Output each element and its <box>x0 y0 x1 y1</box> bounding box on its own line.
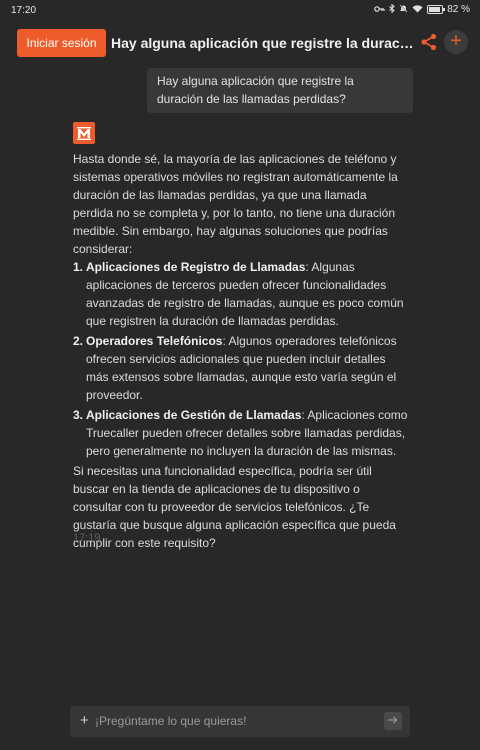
list-item: 1. Aplicaciones de Registro de Llamadas: … <box>73 258 409 330</box>
assistant-answer: Hasta donde sé, la mayoría de las aplica… <box>73 150 409 552</box>
login-button[interactable]: Iniciar sesión <box>17 29 106 57</box>
attach-plus-icon[interactable]: + <box>80 712 89 730</box>
mute-icon <box>399 4 408 15</box>
battery-icon <box>427 5 446 14</box>
status-icons: 82 % <box>374 3 470 15</box>
list-item: 3. Aplicaciones de Gestión de Llamadas: A… <box>73 406 409 460</box>
answer-list: 1. Aplicaciones de Registro de Llamadas: … <box>73 258 409 460</box>
assistant-logo-icon <box>73 122 95 144</box>
list-item-title: Aplicaciones de Registro de Llamadas <box>86 260 306 274</box>
chat-header: Iniciar sesión Hay alguna aplicación que… <box>0 29 480 57</box>
message-timestamp: 17:19 <box>73 532 101 544</box>
list-number: 2. <box>73 334 84 348</box>
message-composer: + <box>70 706 410 737</box>
battery-level: 82 % <box>447 4 470 15</box>
bluetooth-icon <box>389 3 395 15</box>
answer-intro: Hasta donde sé, la mayoría de las aplica… <box>73 152 398 256</box>
new-chat-button[interactable]: + <box>444 30 468 54</box>
wifi-icon <box>412 4 423 15</box>
list-item-title: Aplicaciones de Gestión de Llamadas <box>86 408 302 422</box>
plus-icon: + <box>450 30 462 52</box>
share-icon[interactable] <box>418 31 440 53</box>
user-message-bubble: Hay alguna aplicación que registre la du… <box>147 68 413 113</box>
send-button[interactable] <box>384 712 402 730</box>
list-number: 1. <box>73 260 84 274</box>
message-input[interactable] <box>95 711 375 731</box>
status-time: 17:20 <box>11 5 37 16</box>
list-item-title: Operadores Telefónicos <box>86 334 223 348</box>
key-icon <box>374 5 385 15</box>
answer-outro: Si necesitas una funcionalidad específic… <box>73 464 396 550</box>
list-number: 3. <box>73 408 84 422</box>
status-bar: 17:20 82 % <box>0 0 480 20</box>
send-arrow-icon <box>388 715 398 727</box>
list-item: 2. Operadores Telefónicos: Algunos operad… <box>73 332 409 404</box>
chat-title: Hay alguna aplicación que registre la du… <box>111 35 415 51</box>
